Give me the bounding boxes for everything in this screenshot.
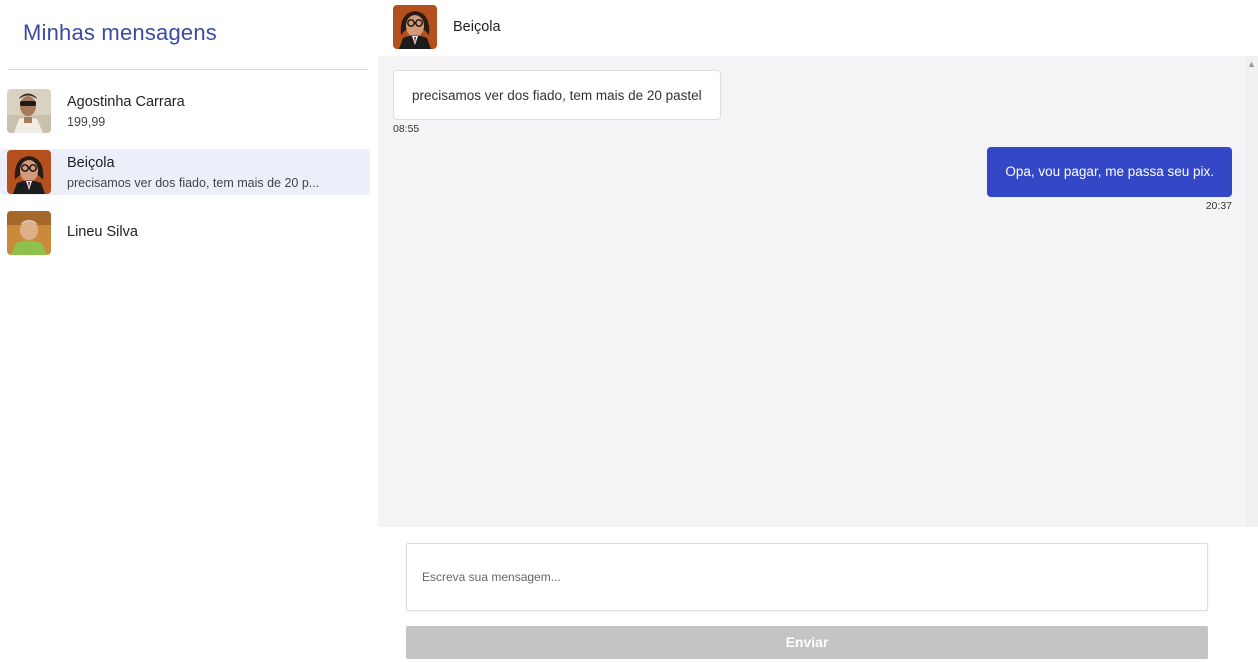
message-input[interactable] (406, 543, 1208, 611)
sidebar-divider (8, 69, 368, 70)
chat-header: Beiçola (378, 0, 1258, 56)
message-composer: Enviar (378, 527, 1258, 662)
message-scrollbar[interactable]: ▲ (1246, 56, 1258, 527)
conversation-item-lineu[interactable]: Lineu Silva (0, 210, 370, 256)
avatar (7, 150, 51, 194)
conversation-name: Lineu Silva (67, 224, 138, 240)
contact-avatar (393, 5, 437, 49)
conversation-sidebar: Minhas mensagens Agostinha Carrara 199,9… (0, 0, 378, 662)
conversation-name: Agostinha Carrara (67, 94, 185, 110)
incoming-message-bubble: precisamos ver dos fiado, tem mais de 20… (393, 70, 721, 120)
send-button[interactable]: Enviar (406, 626, 1208, 659)
message-list: precisamos ver dos fiado, tem mais de 20… (378, 56, 1258, 527)
conversation-list: Agostinha Carrara 199,99 Beiçola precisa (0, 88, 378, 271)
message-timestamp: 08:55 (393, 123, 420, 135)
conversation-item-beicola[interactable]: Beiçola precisamos ver dos fiado, tem ma… (0, 149, 370, 195)
conversation-name: Beiçola (67, 155, 115, 171)
conversation-preview: precisamos ver dos fiado, tem mais de 20… (67, 176, 320, 190)
message-timestamp: 20:37 (1205, 200, 1232, 212)
conversation-preview: 199,99 (67, 115, 106, 129)
conversation-item-agostinha[interactable]: Agostinha Carrara 199,99 (0, 88, 370, 134)
avatar (7, 89, 51, 133)
scroll-up-icon[interactable]: ▲ (1247, 59, 1256, 69)
contact-name: Beiçola (453, 19, 501, 35)
outgoing-message-bubble: Opa, vou pagar, me passa seu pix. (987, 147, 1232, 197)
avatar (7, 211, 51, 255)
sidebar-title: Minhas mensagens (23, 20, 217, 45)
chat-panel: Beiçola precisamos ver dos fiado, tem ma… (378, 0, 1258, 662)
